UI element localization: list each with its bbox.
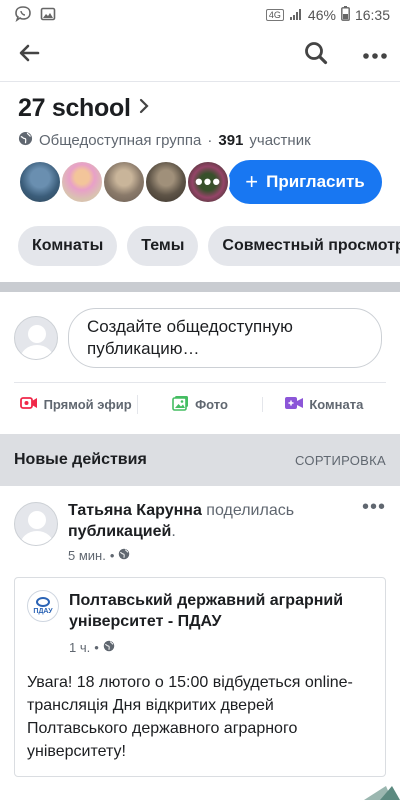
logo-text: ПДАУ bbox=[33, 608, 53, 615]
post-composer: Создайте общедоступную публикацию… bbox=[0, 292, 400, 382]
post-headline: Татьяна Карунна поделилась публикацией. bbox=[68, 500, 352, 542]
live-video-button[interactable]: Прямой эфир bbox=[14, 396, 137, 413]
search-icon[interactable] bbox=[304, 41, 328, 70]
room-button[interactable]: Комната bbox=[261, 397, 386, 412]
post-author-avatar[interactable] bbox=[14, 502, 58, 546]
composer-actions: Прямой эфир Фото Комната bbox=[14, 382, 386, 426]
gallery-icon bbox=[40, 6, 56, 25]
post-more-options-icon[interactable]: ••• bbox=[362, 497, 386, 563]
live-video-icon bbox=[19, 396, 38, 413]
shared-time: 1 ч. bbox=[69, 640, 91, 655]
composer-placeholder-line2: публикацию… bbox=[87, 339, 200, 358]
section-divider bbox=[0, 282, 400, 292]
post-dot: • bbox=[109, 548, 115, 563]
tab-watch-party[interactable]: Совместный просмотр bbox=[208, 226, 400, 266]
post-author[interactable]: Татьяна Карунна bbox=[68, 502, 202, 519]
battery-icon bbox=[341, 6, 350, 24]
photo-label: Фото bbox=[195, 397, 228, 412]
shared-page-name[interactable]: Полтавський державний аграрний університ… bbox=[69, 590, 373, 632]
sort-button[interactable]: СОРТИРОВКА bbox=[295, 453, 386, 468]
feed-title: Новые действия bbox=[14, 451, 147, 468]
feed-post: Татьяна Карунна поделилась публикацией. … bbox=[0, 486, 400, 777]
group-header: 27 school Общедоступная группа · 391 уча… bbox=[0, 82, 400, 204]
tab-topics[interactable]: Темы bbox=[127, 226, 199, 266]
globe-icon bbox=[18, 131, 33, 150]
member-avatars[interactable]: ••• bbox=[18, 160, 230, 204]
composer-placeholder-line1: Создайте общедоступную bbox=[87, 317, 293, 336]
user-avatar[interactable] bbox=[14, 316, 58, 360]
more-members-indicator: ••• bbox=[188, 162, 228, 202]
members-word: участник bbox=[249, 132, 311, 149]
group-meta: Общедоступная группа · 391 участник bbox=[18, 131, 382, 150]
post-header: Татьяна Карунна поделилась публикацией. … bbox=[14, 497, 386, 563]
room-label: Комната bbox=[309, 397, 364, 412]
group-tabs: Комнаты Темы Совместный просмотр bbox=[0, 226, 400, 266]
avatar-more[interactable]: ••• bbox=[186, 160, 230, 204]
avatar[interactable] bbox=[18, 160, 62, 204]
members-count: 391 bbox=[218, 132, 244, 149]
corner-arrow-icon bbox=[356, 782, 400, 800]
avatar[interactable] bbox=[60, 160, 104, 204]
clock: 16:35 bbox=[354, 7, 390, 23]
shared-post-card[interactable]: ПДАУ Полтавський державний аграрний унів… bbox=[14, 577, 386, 777]
room-video-icon bbox=[285, 397, 304, 412]
signal-icon bbox=[289, 7, 303, 24]
avatar[interactable] bbox=[144, 160, 188, 204]
top-nav bbox=[0, 30, 400, 82]
post-time: 5 мин. bbox=[68, 548, 106, 563]
live-video-label: Прямой эфир bbox=[43, 397, 132, 412]
meta-separator: · bbox=[207, 132, 213, 149]
viber-icon bbox=[14, 5, 32, 26]
avatar[interactable] bbox=[102, 160, 146, 204]
post-period: . bbox=[171, 523, 176, 540]
shared-post-header: ПДАУ Полтавський державний аграрний унів… bbox=[27, 590, 373, 655]
globe-icon bbox=[118, 548, 130, 563]
shared-post-text: Увага! 18 лютого о 15:00 відбудеться onl… bbox=[27, 674, 353, 760]
pdau-logo-icon[interactable]: ПДАУ bbox=[27, 590, 59, 622]
network-type-icon: 4G bbox=[265, 9, 284, 21]
feed-header: Новые действия СОРТИРОВКА bbox=[0, 434, 400, 486]
facebook-group-screen: 4G 46% 16:35 27 school Общедоступная гру… bbox=[0, 0, 400, 800]
status-bar: 4G 46% 16:35 bbox=[0, 0, 400, 30]
post-action-text: поделилась bbox=[206, 502, 295, 519]
globe-icon bbox=[103, 640, 115, 655]
group-name[interactable]: 27 school bbox=[18, 94, 131, 123]
back-arrow-icon[interactable] bbox=[18, 42, 40, 69]
photo-icon bbox=[172, 395, 189, 414]
invite-button[interactable]: + Пригласить bbox=[228, 160, 382, 204]
plus-icon: + bbox=[245, 169, 259, 194]
shared-timestamp[interactable]: 1 ч. • bbox=[69, 640, 373, 655]
group-privacy: Общедоступная группа bbox=[39, 132, 202, 149]
invite-label: Пригласить bbox=[266, 172, 365, 191]
group-title-row[interactable]: 27 school bbox=[18, 94, 382, 123]
chevron-right-icon[interactable] bbox=[139, 98, 149, 119]
members-row: ••• + Пригласить bbox=[18, 160, 382, 204]
battery-percent: 46% bbox=[307, 7, 336, 23]
post-object[interactable]: публикацией bbox=[68, 523, 171, 540]
more-options-icon[interactable] bbox=[362, 47, 388, 65]
create-post-input[interactable]: Создайте общедоступную публикацию… bbox=[68, 308, 382, 368]
shared-dot: • bbox=[94, 640, 99, 655]
tab-rooms[interactable]: Комнаты bbox=[18, 226, 118, 266]
photo-button[interactable]: Фото bbox=[137, 395, 261, 414]
post-timestamp[interactable]: 5 мин. • bbox=[68, 548, 352, 563]
